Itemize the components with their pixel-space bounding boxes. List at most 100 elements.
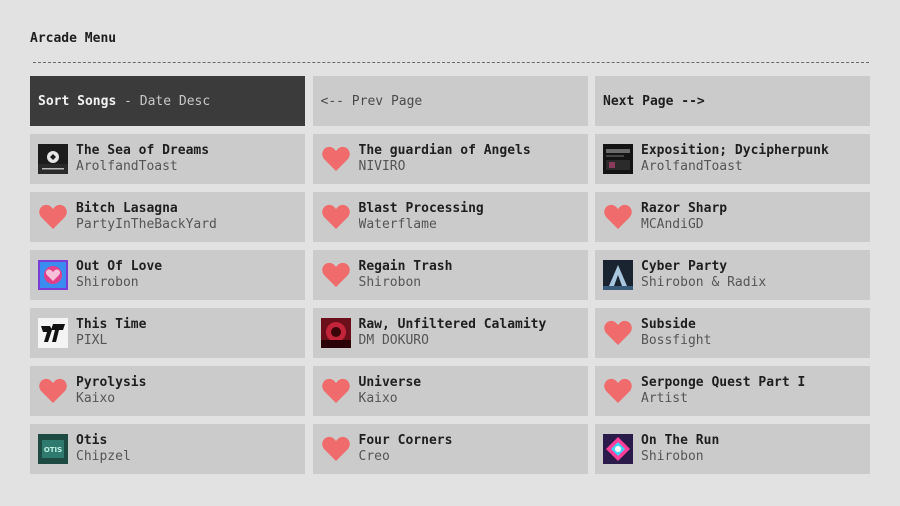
song-card[interactable]: OTIS Otis Chipzel [30, 424, 305, 474]
song-artist: Shirobon [76, 275, 139, 290]
song-title: Otis [76, 433, 108, 448]
song-meta: Otis Chipzel [76, 433, 131, 465]
song-meta: Exposition; Dycipherpunk ArolfandToast [641, 143, 829, 175]
song-card[interactable]: Cyber Party Shirobon & Radix [595, 250, 870, 300]
song-meta: Cyber Party Shirobon & Radix [641, 259, 766, 291]
song-title: Regain Trash [358, 259, 453, 274]
heart-icon [38, 376, 68, 406]
song-artist: PartyInTheBackYard [76, 217, 217, 232]
song-meta: Bitch Lasagna PartyInTheBackYard [76, 201, 217, 233]
album-art-sea-of-dreams [38, 144, 68, 174]
song-artist: ArolfandToast [76, 159, 178, 174]
song-artist: DM DOKURO [358, 333, 429, 348]
song-meta: Subside Bossfight [641, 317, 711, 349]
song-card[interactable]: Subside Bossfight [595, 308, 870, 358]
song-title: Universe [358, 375, 422, 390]
song-meta: Raw, Unfiltered Calamity DM DOKURO [359, 317, 547, 349]
song-artist: Waterflame [358, 217, 437, 232]
song-meta: On The Run Shirobon [641, 433, 719, 465]
song-card[interactable]: Exposition; Dycipherpunk ArolfandToast [595, 134, 870, 184]
dashed-divider [33, 62, 869, 63]
song-title: Exposition; Dycipherpunk [641, 143, 829, 158]
song-grid: Sort Songs - Date Desc <-- Prev Page Nex… [30, 76, 870, 474]
song-artist: Artist [641, 391, 688, 406]
song-meta: Universe Kaixo [359, 375, 422, 407]
song-title: Bitch Lasagna [76, 201, 178, 216]
sort-songs-button[interactable]: Sort Songs - Date Desc [30, 76, 305, 126]
song-artist: Kaixo [358, 391, 398, 406]
song-meta: The guardian of Angels NIVIRO [359, 143, 531, 175]
song-title: Cyber Party [641, 259, 728, 274]
song-card[interactable]: Regain Trash Shirobon [312, 250, 588, 300]
song-title: The Sea of Dreams [76, 143, 210, 158]
song-artist: Kaixo [76, 391, 116, 406]
song-card[interactable]: Pyrolysis Kaixo [30, 366, 305, 416]
sort-separator: - [116, 93, 140, 109]
song-card[interactable]: Raw, Unfiltered Calamity DM DOKURO [312, 308, 588, 358]
heart-icon [321, 434, 351, 464]
heart-icon [38, 202, 68, 232]
song-card[interactable]: Serponge Quest Part I Artist [595, 366, 870, 416]
song-card[interactable]: Four Corners Creo [312, 424, 588, 474]
song-title: Blast Processing [358, 201, 484, 216]
svg-text:OTIS: OTIS [44, 446, 62, 454]
heart-icon [603, 202, 633, 232]
heart-icon [321, 260, 351, 290]
song-artist: Shirobon [641, 449, 704, 464]
heart-icon [321, 376, 351, 406]
song-meta: Four Corners Creo [359, 433, 453, 465]
song-card[interactable]: Universe Kaixo [312, 366, 588, 416]
song-card[interactable]: On The Run Shirobon [595, 424, 870, 474]
song-artist: Shirobon [358, 275, 422, 290]
song-title: Out Of Love [76, 259, 163, 274]
album-art-cyber-party [603, 260, 633, 290]
prev-page-button[interactable]: <-- Prev Page [312, 76, 588, 126]
next-page-label: Next Page --> [603, 93, 705, 109]
song-card[interactable]: Bitch Lasagna PartyInTheBackYard [30, 192, 305, 242]
song-title: On The Run [641, 433, 720, 448]
album-art-calamity [320, 318, 351, 348]
song-artist: Creo [358, 449, 390, 464]
song-title: Subside [641, 317, 696, 332]
song-title: Pyrolysis [76, 375, 147, 390]
album-art-on-the-run [603, 434, 633, 464]
song-card[interactable]: This Time PIXL [30, 308, 305, 358]
page-title: Arcade Menu [30, 31, 117, 46]
heart-icon [321, 202, 351, 232]
song-title: This Time [76, 317, 147, 332]
song-card[interactable]: The guardian of Angels NIVIRO [312, 134, 588, 184]
song-meta: This Time PIXL [76, 317, 146, 349]
song-artist: ArolfandToast [641, 159, 743, 174]
song-meta: Serponge Quest Part I Artist [641, 375, 805, 407]
song-card[interactable]: The Sea of Dreams ArolfandToast [30, 134, 305, 184]
prev-page-label: <-- Prev Page [320, 93, 423, 109]
album-art-out-of-love [38, 260, 68, 290]
song-card[interactable]: Blast Processing Waterflame [312, 192, 588, 242]
song-meta: The Sea of Dreams ArolfandToast [76, 143, 209, 175]
album-art-dycipherpunk [603, 144, 633, 174]
song-card[interactable]: Razor Sharp MCAndiGD [595, 192, 870, 242]
song-title: The guardian of Angels [358, 143, 531, 158]
song-artist: Chipzel [76, 449, 131, 464]
sort-label: Sort Songs [38, 93, 117, 109]
song-title: Serponge Quest Part I [641, 375, 806, 390]
song-title: Four Corners [358, 433, 453, 448]
song-artist: PIXL [76, 333, 108, 348]
song-artist: Shirobon & Radix [641, 275, 767, 290]
heart-icon [603, 318, 633, 348]
song-card[interactable]: Out Of Love Shirobon [30, 250, 305, 300]
song-meta: Out Of Love Shirobon [76, 259, 162, 291]
song-meta: Regain Trash Shirobon [359, 259, 453, 291]
song-meta: Razor Sharp MCAndiGD [641, 201, 727, 233]
song-title: Raw, Unfiltered Calamity [358, 317, 547, 332]
sort-value: Date Desc [139, 93, 211, 109]
album-art-otis: OTIS [38, 434, 68, 464]
song-artist: NIVIRO [358, 159, 406, 174]
song-title: Razor Sharp [641, 201, 728, 216]
album-art-this-time [38, 318, 68, 348]
song-artist: Bossfight [641, 333, 712, 348]
heart-icon [321, 144, 351, 174]
song-artist: MCAndiGD [641, 217, 704, 232]
song-meta: Pyrolysis Kaixo [76, 375, 146, 407]
next-page-button[interactable]: Next Page --> [595, 76, 870, 126]
